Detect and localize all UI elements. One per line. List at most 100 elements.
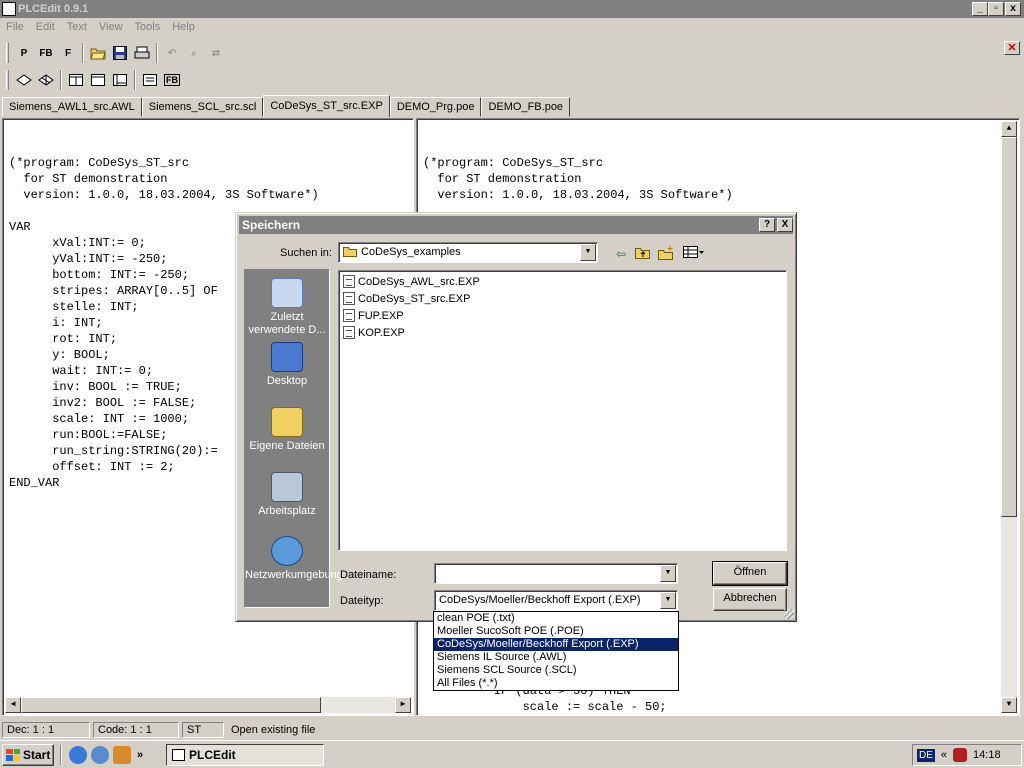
tab-siemens-awl[interactable]: Siemens_AWL1_src.AWL	[2, 97, 142, 117]
tab-codesys-st[interactable]: CoDeSys_ST_src.EXP	[263, 95, 390, 117]
horizontal-scroll-thumb[interactable]	[21, 697, 321, 713]
dialog-title-bar[interactable]: Speichern ? X	[239, 216, 793, 234]
scroll-right-arrow[interactable]: ▶	[395, 697, 411, 713]
tray-expand-icon[interactable]: «	[941, 749, 947, 761]
place-network-label: Netzwerkumgebung	[245, 569, 343, 581]
find-icon[interactable]: ⌕	[183, 42, 205, 64]
window-title-bar[interactable]: PLCEdit 0.9.1 _ ▫ x	[0, 0, 1024, 18]
quick-launch-more-icon[interactable]: »	[137, 749, 143, 761]
insert-block-icon[interactable]	[65, 69, 87, 91]
file-list[interactable]: CoDeSys_AWL_src.EXP CoDeSys_ST_src.EXP F…	[338, 270, 787, 551]
look-in-combo[interactable]: CoDeSys_examples ▼	[338, 242, 598, 263]
branch-icon[interactable]	[35, 69, 57, 91]
file-item[interactable]: CoDeSys_AWL_src.EXP	[343, 275, 480, 288]
scroll-down-arrow[interactable]: ▼	[1001, 697, 1017, 713]
function-block-button[interactable]: FB	[161, 69, 183, 91]
chevron-down-icon[interactable]: ▼	[660, 565, 676, 582]
browser-globe-icon[interactable]	[91, 745, 109, 764]
split-view-icon[interactable]	[109, 69, 131, 91]
app-icon	[2, 2, 16, 16]
tab-demo-fb[interactable]: DEMO_FB.poe	[481, 97, 571, 117]
vertical-scroll-thumb[interactable]	[1001, 137, 1017, 517]
filetype-select[interactable]: CoDeSys/Moeller/Beckhoff Export (.EXP) ▼	[434, 590, 678, 611]
internet-explorer-icon[interactable]	[69, 745, 87, 764]
toolbar-separator	[156, 43, 158, 63]
list-icon[interactable]	[139, 69, 161, 91]
new-function-button[interactable]: F	[57, 42, 79, 64]
new-program-button[interactable]: P	[13, 42, 35, 64]
save-icon[interactable]	[109, 42, 131, 64]
media-player-icon[interactable]	[113, 745, 131, 764]
place-my-documents[interactable]: Eigene Dateien	[245, 407, 329, 453]
filetype-option[interactable]: All Files (*.*)	[434, 677, 678, 690]
taskbar-item-label: PLCEdit	[189, 748, 236, 762]
menu-text[interactable]: Text	[61, 18, 93, 36]
chevron-down-icon[interactable]: ▼	[660, 592, 676, 609]
scroll-left-arrow[interactable]: ◀	[5, 697, 21, 713]
toolbar-separator	[82, 43, 84, 63]
look-in-label: Suchen in:	[280, 247, 332, 259]
tab-demo-prg[interactable]: DEMO_Prg.poe	[389, 97, 482, 117]
file-icon	[343, 326, 355, 339]
minimize-button[interactable]: _	[972, 2, 988, 16]
filename-input[interactable]: ▼	[434, 563, 678, 584]
up-folder-icon[interactable]	[634, 246, 652, 262]
structure-toolbar: FB	[0, 67, 200, 93]
chevron-down-icon[interactable]: ▼	[580, 244, 596, 261]
cancel-button[interactable]: Abbrechen	[713, 588, 787, 611]
taskbar-item-plcedit[interactable]: PLCEdit	[166, 744, 324, 766]
language-indicator[interactable]: DE	[917, 748, 935, 762]
network-globe-icon	[271, 536, 303, 566]
scroll-up-arrow[interactable]: ▲	[1001, 121, 1017, 137]
menu-file[interactable]: File	[0, 18, 30, 36]
filetype-value: CoDeSys/Moeller/Beckhoff Export (.EXP)	[439, 594, 641, 606]
diamond-icon[interactable]	[13, 69, 35, 91]
close-document-icon[interactable]: ✕	[1004, 41, 1020, 55]
filetype-option[interactable]: clean POE (.txt)	[434, 612, 678, 625]
place-desktop[interactable]: Desktop	[245, 342, 329, 388]
new-folder-icon[interactable]	[657, 246, 675, 262]
resize-grip[interactable]	[784, 609, 794, 619]
print-icon[interactable]	[131, 42, 153, 64]
dialog-help-button[interactable]: ?	[759, 218, 775, 232]
toolbar-grip[interactable]	[6, 43, 9, 63]
recent-documents-icon	[271, 278, 303, 308]
start-button[interactable]: Start	[2, 743, 54, 766]
right-vertical-scrollbar[interactable]: ▲ ▼	[1001, 121, 1017, 713]
new-function-block-button[interactable]: FB	[35, 42, 57, 64]
filename-label: Dateiname:	[340, 569, 397, 581]
file-item[interactable]: FUP.EXP	[343, 309, 404, 322]
place-network[interactable]: Netzwerkumgebung	[245, 536, 343, 582]
filetype-option[interactable]: Siemens SCL Source (.SCL)	[434, 664, 678, 677]
security-shield-icon[interactable]	[953, 748, 968, 762]
menu-view[interactable]: View	[93, 18, 129, 36]
save-dialog: Speichern ? X Suchen in: CoDeSys_example…	[235, 212, 797, 622]
close-window-button[interactable]: x	[1005, 2, 1021, 16]
left-horizontal-scrollbar[interactable]: ◀ ▶	[5, 697, 411, 713]
menu-tools[interactable]: Tools	[129, 18, 167, 36]
my-computer-icon	[271, 472, 303, 502]
filetype-option[interactable]: Moeller SucoSoft POE (.POE)	[434, 625, 678, 638]
tab-siemens-scl[interactable]: Siemens_SCL_src.scl	[141, 97, 264, 117]
place-desktop-label: Desktop	[266, 375, 308, 387]
window-layout-icon[interactable]	[87, 69, 109, 91]
open-button[interactable]: Öffnen	[712, 561, 788, 586]
undo-icon[interactable]: ↶	[161, 42, 183, 64]
restore-button[interactable]: ▫	[988, 2, 1004, 16]
place-my-computer[interactable]: Arbeitsplatz	[245, 472, 329, 518]
dialog-close-button[interactable]: X	[777, 218, 793, 232]
menu-edit[interactable]: Edit	[30, 18, 61, 36]
place-recent[interactable]: Zuletzt verwendete D...	[245, 278, 329, 337]
filetype-option-selected[interactable]: CoDeSys/Moeller/Beckhoff Export (.EXP)	[434, 638, 678, 651]
back-icon[interactable]: ⇦	[612, 246, 630, 262]
open-folder-icon[interactable]	[87, 42, 109, 64]
toolbar-grip[interactable]	[6, 70, 9, 90]
replace-icon[interactable]: ⇄	[205, 42, 227, 64]
filetype-option[interactable]: Siemens IL Source (.AWL)	[434, 651, 678, 664]
windows-logo-icon	[6, 748, 20, 761]
clock[interactable]: 14:18	[973, 749, 1001, 761]
menu-help[interactable]: Help	[166, 18, 201, 36]
file-item[interactable]: CoDeSys_ST_src.EXP	[343, 292, 470, 305]
view-menu-icon[interactable]	[682, 246, 706, 262]
file-item[interactable]: KOP.EXP	[343, 326, 405, 339]
